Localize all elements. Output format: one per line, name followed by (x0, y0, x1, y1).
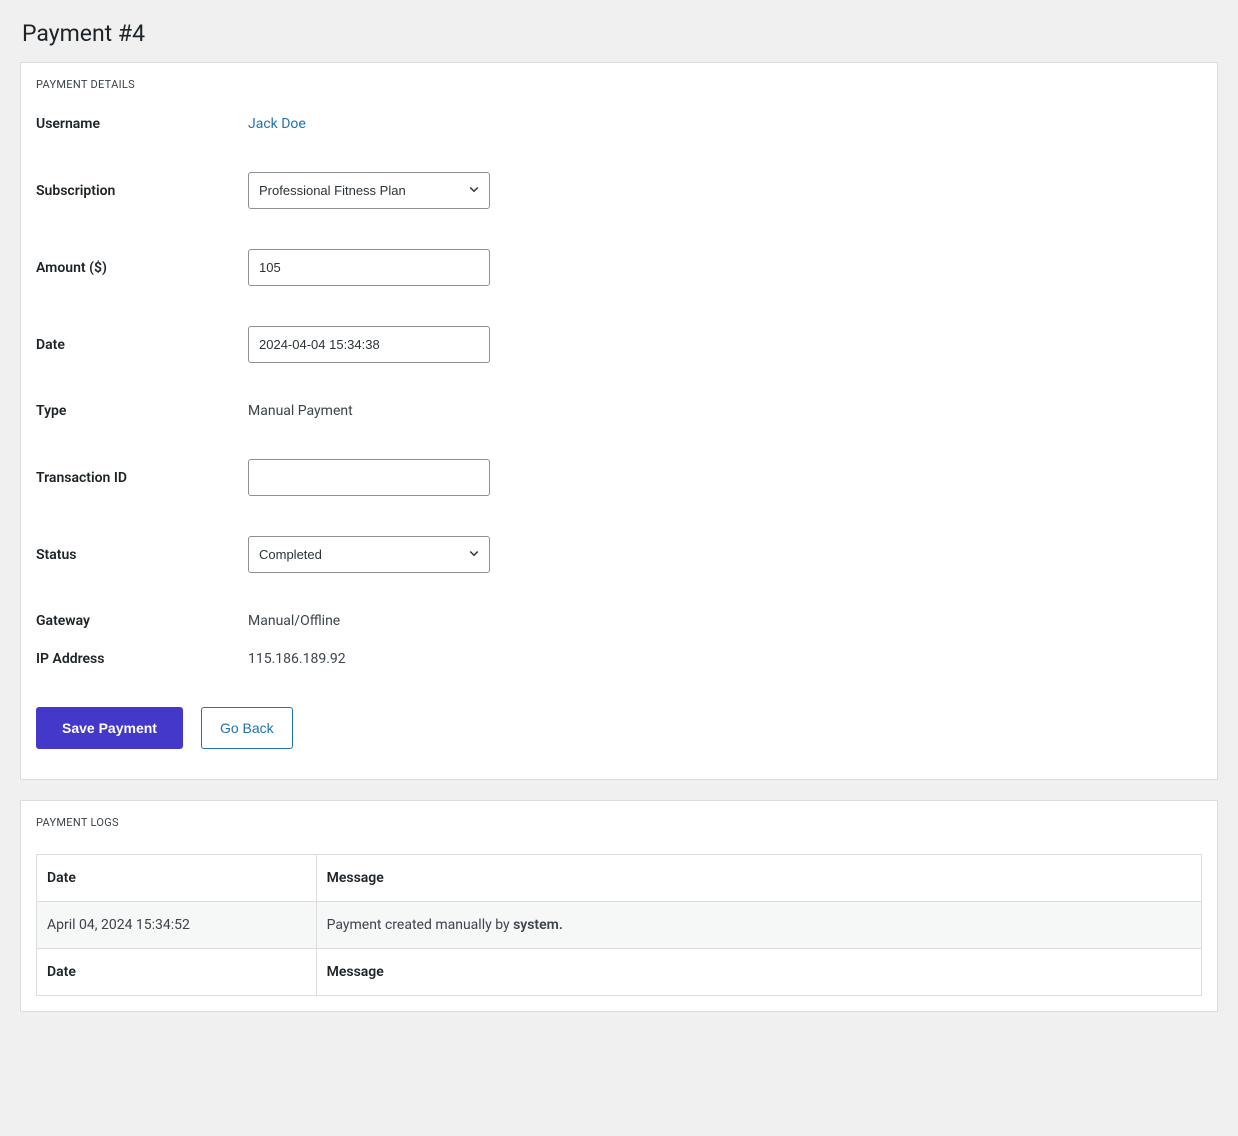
row-transaction-id: Transaction ID (36, 459, 1202, 496)
log-message-cell: Payment created manually by system. (316, 902, 1201, 949)
log-date-cell: April 04, 2024 15:34:52 (37, 902, 317, 949)
label-date: Date (36, 337, 248, 353)
row-gateway: Gateway Manual/Offline (36, 613, 1202, 629)
page-title: Payment #4 (20, 0, 1218, 62)
row-status: Status Completed (36, 536, 1202, 573)
subscription-select[interactable]: Professional Fitness Plan (248, 172, 490, 209)
payment-logs-panel: PAYMENT LOGS Date Message April 04, 2024… (20, 800, 1218, 1012)
logs-table: Date Message April 04, 2024 15:34:52 Pay… (36, 854, 1202, 996)
ip-value: 115.186.189.92 (248, 651, 346, 667)
date-input[interactable] (248, 326, 490, 363)
username-link[interactable]: Jack Doe (248, 116, 306, 132)
payment-details-panel: PAYMENT DETAILS Username Jack Doe Subscr… (20, 62, 1218, 780)
logs-footer-date: Date (37, 949, 317, 996)
row-subscription: Subscription Professional Fitness Plan (36, 172, 1202, 209)
label-username: Username (36, 116, 248, 132)
go-back-button[interactable]: Go Back (201, 707, 293, 749)
gateway-value: Manual/Offline (248, 613, 340, 629)
label-gateway: Gateway (36, 613, 248, 629)
label-amount: Amount ($) (36, 260, 248, 276)
row-type: Type Manual Payment (36, 403, 1202, 419)
row-username: Username Jack Doe (36, 116, 1202, 132)
logs-header-date: Date (37, 855, 317, 902)
label-type: Type (36, 403, 248, 419)
button-row: Save Payment Go Back (36, 707, 1202, 749)
type-value: Manual Payment (248, 403, 353, 419)
row-date: Date (36, 326, 1202, 363)
label-subscription: Subscription (36, 183, 248, 199)
row-amount: Amount ($) (36, 249, 1202, 286)
label-ip: IP Address (36, 651, 248, 667)
logs-footer-message: Message (316, 949, 1201, 996)
label-status: Status (36, 547, 248, 563)
transaction-id-input[interactable] (248, 459, 490, 496)
save-payment-button[interactable]: Save Payment (36, 707, 183, 749)
row-ip: IP Address 115.186.189.92 (36, 651, 1202, 667)
panel-heading-logs: PAYMENT LOGS (36, 816, 1202, 829)
status-select[interactable]: Completed (248, 536, 490, 573)
logs-header-message: Message (316, 855, 1201, 902)
amount-input[interactable] (248, 249, 490, 286)
label-transaction-id: Transaction ID (36, 470, 248, 486)
table-row: April 04, 2024 15:34:52 Payment created … (37, 902, 1202, 949)
panel-heading-details: PAYMENT DETAILS (36, 78, 1202, 91)
